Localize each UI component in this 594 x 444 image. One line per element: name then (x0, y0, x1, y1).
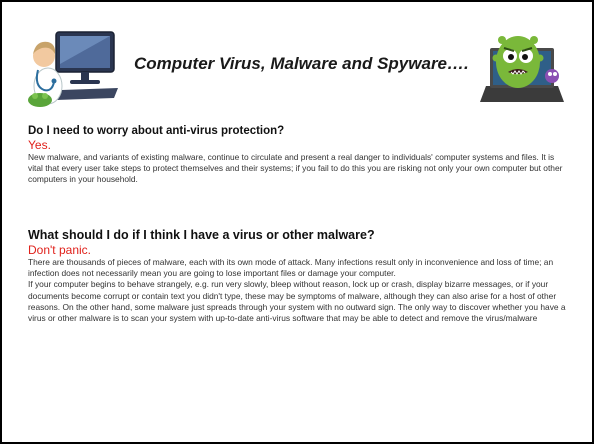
slide: Computer Virus, Malware and Spyware…. Do… (0, 0, 594, 444)
section-paragraph: If your computer begins to behave strang… (28, 279, 566, 324)
virus-monster-laptop-image (480, 36, 564, 102)
computer-doctor-image (28, 31, 118, 107)
section-paragraph: New malware, and variants of existing ma… (28, 152, 563, 185)
page-title: Computer Virus, Malware and Spyware…. (134, 54, 469, 73)
section-question: Do I need to worry about anti-virus prot… (28, 125, 285, 137)
faq-section-antivirus: Do I need to worry about anti-virus prot… (28, 124, 568, 186)
section-paragraph: There are thousands of pieces of malware… (28, 257, 554, 279)
section-question: What should I do if I think I have a vir… (28, 228, 375, 242)
slide-header: Computer Virus, Malware and Spyware…. (26, 26, 566, 108)
section-answer: Yes. (28, 138, 51, 152)
faq-section-virus-action: What should I do if I think I have a vir… (28, 228, 568, 324)
section-answer: Don't panic. (28, 243, 91, 257)
